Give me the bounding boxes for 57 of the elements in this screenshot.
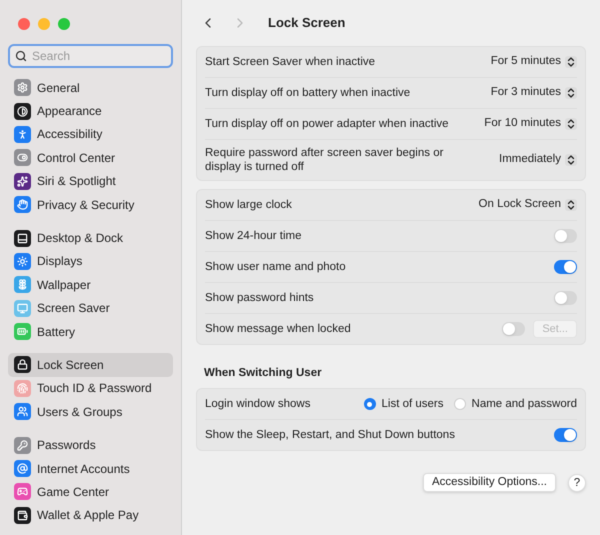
close-window-button[interactable] bbox=[18, 18, 30, 30]
setting-label: Show password hints bbox=[205, 291, 314, 305]
setting-label: Show 24-hour time bbox=[205, 229, 302, 243]
radio-button[interactable] bbox=[454, 398, 466, 410]
sidebar-item[interactable]: General bbox=[8, 76, 173, 100]
sidebar-item[interactable]: Screen Saver bbox=[8, 296, 173, 320]
sidebar-item[interactable]: Siri & Spotlight bbox=[8, 170, 173, 193]
radio-option[interactable]: List of users bbox=[364, 396, 444, 413]
setting-label: Login window shows bbox=[205, 397, 310, 412]
chevrons-icon bbox=[565, 118, 577, 130]
sidebar-item[interactable]: Touch ID & Password bbox=[8, 376, 173, 400]
setting-label: Show the Sleep, Restart, and Shut Down buttons bbox=[205, 428, 455, 442]
minimize-window-button[interactable] bbox=[38, 18, 50, 30]
page-title: Lock Screen bbox=[268, 14, 346, 32]
sidebar-item[interactable]: Appearance bbox=[8, 99, 173, 123]
toggle-switch[interactable] bbox=[554, 229, 577, 243]
chevrons-icon bbox=[565, 56, 577, 68]
setting-label: Show large clock bbox=[205, 198, 292, 212]
setting-label: Show user name and photo bbox=[205, 260, 346, 274]
sidebar-item[interactable]: Wallpaper bbox=[8, 273, 173, 297]
popup-select[interactable]: On Lock Screen bbox=[478, 196, 577, 214]
sidebar-item[interactable]: Privacy & Security bbox=[8, 192, 173, 216]
sidebar-item[interactable]: Wallet & Apple Pay bbox=[8, 504, 173, 528]
zoom-window-button[interactable] bbox=[58, 18, 70, 30]
sidebar-item[interactable]: Game Center bbox=[8, 480, 173, 504]
popup-select[interactable]: For 3 minutes bbox=[490, 84, 577, 102]
setting-label: Turn display off on battery when inactive bbox=[205, 86, 410, 100]
toggle-switch[interactable] bbox=[554, 291, 577, 305]
radio-option[interactable]: Name and password bbox=[454, 396, 577, 413]
accessibility-options-button[interactable]: Accessibility Options... bbox=[422, 473, 556, 492]
sidebar-item[interactable]: Passwords bbox=[8, 433, 173, 457]
sidebar-item[interactable]: Lock Screen bbox=[8, 353, 173, 377]
popup-select[interactable]: For 10 minutes bbox=[484, 115, 577, 133]
setting-label: Start Screen Saver when inactive bbox=[205, 55, 376, 69]
radio-button[interactable] bbox=[364, 398, 376, 410]
chevrons-icon bbox=[565, 199, 577, 211]
toggle-switch[interactable] bbox=[502, 322, 526, 336]
chevrons-icon bbox=[565, 87, 577, 99]
toggle-switch[interactable] bbox=[554, 260, 577, 274]
search-field[interactable]: Search bbox=[8, 44, 173, 68]
chevrons-icon bbox=[565, 154, 577, 166]
sidebar-item[interactable]: Internet Accounts bbox=[8, 456, 173, 480]
setting-label: Turn display off on power adapter when inactive bbox=[205, 117, 449, 131]
sidebar-item[interactable]: Accessibility bbox=[8, 122, 173, 146]
sidebar-item[interactable]: Control Center bbox=[8, 146, 173, 170]
help-button[interactable]: ? bbox=[568, 474, 586, 492]
setting-label: Show message when locked bbox=[205, 322, 351, 336]
sidebar-item[interactable]: Battery bbox=[8, 320, 173, 344]
sidebar-item[interactable]: Desktop & Dock bbox=[8, 226, 173, 250]
section-title: When Switching User bbox=[203, 366, 323, 381]
search-icon bbox=[15, 50, 27, 62]
popup-select[interactable]: Immediately bbox=[499, 151, 577, 169]
setting-label: Require password after screen saver begins or display is turned off bbox=[205, 146, 444, 174]
popup-select[interactable]: For 5 minutes bbox=[490, 53, 577, 71]
sidebar-item[interactable]: Users & Groups bbox=[8, 400, 173, 424]
toggle-switch[interactable] bbox=[554, 428, 577, 442]
sidebar-item[interactable]: Displays bbox=[8, 250, 173, 274]
